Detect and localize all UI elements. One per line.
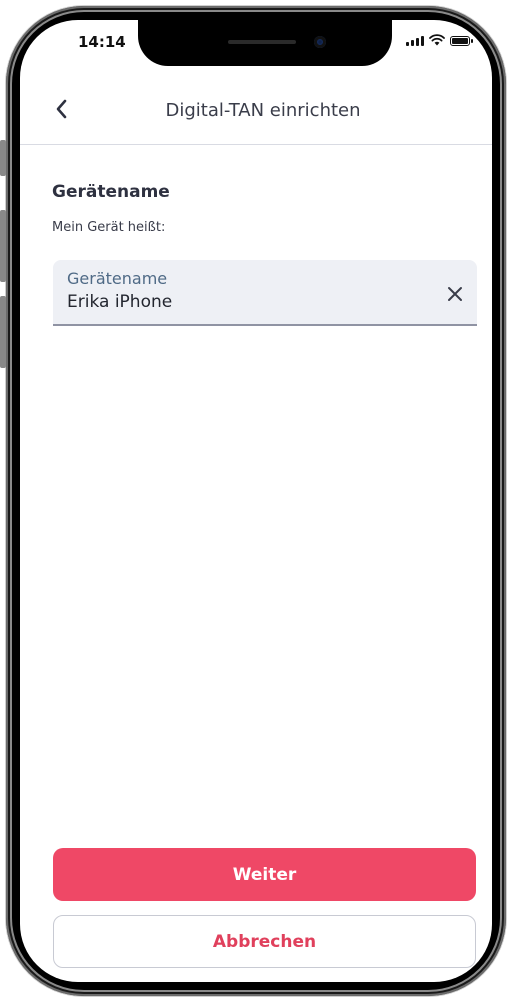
volume-up-button bbox=[0, 210, 6, 282]
status-time: 14:14 bbox=[78, 33, 126, 51]
battery-icon bbox=[450, 36, 473, 46]
front-camera bbox=[314, 36, 326, 48]
page-title: Digital-TAN einrichten bbox=[165, 100, 361, 121]
mute-switch bbox=[0, 140, 6, 176]
notch bbox=[138, 20, 392, 66]
device-name-input[interactable] bbox=[67, 292, 407, 312]
device-name-label: Gerätename bbox=[67, 269, 168, 288]
section-title: Gerätename bbox=[52, 182, 170, 202]
continue-button[interactable]: Weiter bbox=[53, 848, 476, 901]
app-screen: 14:14 Digital-TAN einrichten Gerätename … bbox=[20, 20, 492, 982]
device-name-field[interactable]: Gerätename bbox=[53, 260, 477, 326]
section-subtitle: Mein Gerät heißt: bbox=[52, 220, 166, 235]
volume-down-button bbox=[0, 296, 6, 368]
speaker-grille bbox=[228, 40, 296, 44]
signal-icon bbox=[406, 36, 424, 46]
wifi-icon bbox=[429, 34, 445, 46]
status-icons bbox=[406, 34, 473, 46]
close-icon bbox=[448, 287, 462, 301]
navigation-bar: Digital-TAN einrichten bbox=[20, 88, 492, 145]
clear-button[interactable] bbox=[445, 284, 465, 304]
cancel-button[interactable]: Abbrechen bbox=[53, 915, 476, 968]
